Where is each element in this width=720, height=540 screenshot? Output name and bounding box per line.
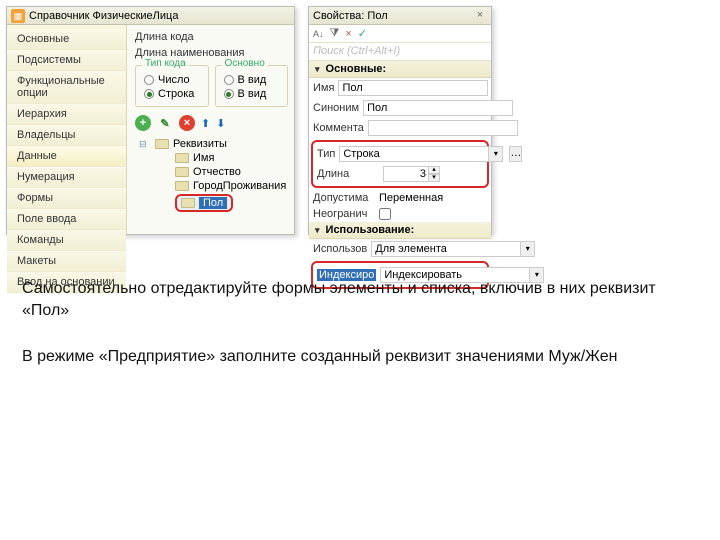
radio-string[interactable]: Строка <box>144 88 200 100</box>
radio-dot-icon <box>224 89 234 99</box>
filter-icon[interactable]: ⧩ <box>330 27 340 40</box>
label-use: Использов <box>313 243 367 255</box>
group-type-code: Тип кода Число Строка <box>135 65 209 107</box>
properties-titlebar: Свойства: Пол × <box>309 7 491 25</box>
attributes-tree: ⊟Реквизиты Имя Отчество ГородПроживания … <box>135 137 288 213</box>
sidebar-item-komandy[interactable]: Команды <box>7 230 126 251</box>
attr-icon <box>175 153 189 163</box>
instruction-1: Самостоятельно отредактируйте формы элем… <box>22 278 682 322</box>
tree-item-otchestvo[interactable]: Отчество <box>139 165 288 179</box>
toolbar: + ✎ × ⬆ ⬇ <box>135 115 288 131</box>
checkbox-nonneg[interactable] <box>379 208 391 220</box>
label-nonneg: Неогранич <box>313 208 375 220</box>
label-allow: Допустима <box>313 192 375 204</box>
collapse-icon[interactable]: ⊟ <box>139 139 151 150</box>
tree-item-pol[interactable]: Пол <box>139 193 288 213</box>
check-icon[interactable]: ✓ <box>358 27 367 40</box>
tree-item-gorod[interactable]: ГородПроживания <box>139 179 288 193</box>
attr-icon <box>175 167 189 177</box>
radio-dot-icon <box>144 75 154 85</box>
input-name[interactable] <box>338 80 488 96</box>
sidebar: Основные Подсистемы Функциональные опции… <box>7 25 127 234</box>
close-icon[interactable]: × <box>473 9 487 23</box>
sidebar-item-formy[interactable]: Формы <box>7 188 126 209</box>
label-synonym: Синоним <box>313 102 359 114</box>
directory-content: Длина кода Длина наименования Тип кода Ч… <box>127 25 294 234</box>
properties-title: Свойства: Пол <box>313 10 388 22</box>
group-type-title: Тип кода <box>142 58 189 69</box>
group-main-view: Основно В вид В вид <box>215 65 289 107</box>
attr-icon <box>155 139 169 149</box>
section-use[interactable]: Использование: <box>309 222 491 239</box>
attr-icon <box>181 198 195 208</box>
tree-item-imya[interactable]: Имя <box>139 151 288 165</box>
sidebar-item-numeratsiya[interactable]: Нумерация <box>7 167 126 188</box>
instruction-2: В режиме «Предприятие» заполните созданн… <box>22 346 682 368</box>
directory-panel: ▦ Справочник ФизическиеЛица Основные Под… <box>6 6 295 235</box>
highlight-type-length: Тип ▾ … Длина ▴▾ <box>311 140 489 188</box>
label-type: Тип <box>317 148 335 160</box>
dropdown-use[interactable]: ▾ <box>371 241 535 257</box>
sidebar-item-makety[interactable]: Макеты <box>7 251 126 272</box>
radio-number[interactable]: Число <box>144 74 200 86</box>
move-down-icon[interactable]: ⬇ <box>216 117 225 130</box>
radio-vid2[interactable]: В вид <box>224 88 280 100</box>
chevron-down-icon[interactable]: ▾ <box>489 146 503 162</box>
properties-toolbar: A↓ ⧩ × ✓ <box>309 25 491 43</box>
dropdown-type[interactable]: ▾ <box>339 146 503 162</box>
sidebar-item-ierarkhiya[interactable]: Иерархия <box>7 104 126 125</box>
spin-down-icon[interactable]: ▾ <box>428 174 440 182</box>
tree-root[interactable]: ⊟Реквизиты <box>139 137 288 151</box>
section-main[interactable]: Основные: <box>309 61 491 78</box>
spin-up-icon[interactable]: ▴ <box>428 166 440 174</box>
properties-panel: Свойства: Пол × A↓ ⧩ × ✓ Поиск (Ctrl+Alt… <box>308 6 492 235</box>
spinner-length[interactable]: ▴▾ <box>383 166 440 182</box>
directory-titlebar: ▦ Справочник ФизическиеЛица <box>7 7 294 25</box>
radio-dot-icon <box>144 89 154 99</box>
sidebar-item-polevvoda[interactable]: Поле ввода <box>7 209 126 230</box>
edit-icon[interactable]: ✎ <box>157 115 173 131</box>
label-code-length: Длина кода <box>135 31 245 43</box>
delete-icon[interactable]: × <box>179 115 195 131</box>
clear-icon[interactable]: × <box>345 28 351 40</box>
radio-vid1[interactable]: В вид <box>224 74 280 86</box>
input-comment[interactable] <box>368 120 518 136</box>
add-icon[interactable]: + <box>135 115 151 131</box>
value-allow: Переменная <box>379 192 443 204</box>
sidebar-item-dannye[interactable]: Данные <box>7 146 126 167</box>
ellipsis-button[interactable]: … <box>509 146 522 162</box>
input-synonym[interactable] <box>363 100 513 116</box>
directory-title: Справочник ФизическиеЛица <box>29 10 178 22</box>
sidebar-item-vladeltsy[interactable]: Владельцы <box>7 125 126 146</box>
grid-icon: ▦ <box>11 9 25 23</box>
label-length: Длина <box>317 168 379 180</box>
label-name: Имя <box>313 82 334 94</box>
attr-icon <box>175 181 189 191</box>
label-comment: Коммента <box>313 122 364 134</box>
chevron-down-icon[interactable]: ▾ <box>521 241 535 257</box>
group-main-title: Основно <box>222 58 268 69</box>
radio-dot-icon <box>224 75 234 85</box>
sidebar-item-funktsopts[interactable]: Функциональные опции <box>7 71 126 104</box>
properties-search[interactable]: Поиск (Ctrl+Alt+I) <box>309 43 491 61</box>
sidebar-item-podsistemy[interactable]: Подсистемы <box>7 50 126 71</box>
move-up-icon[interactable]: ⬆ <box>201 117 210 130</box>
sidebar-item-osnovnye[interactable]: Основные <box>7 29 126 50</box>
sort-icon[interactable]: A↓ <box>313 29 324 39</box>
